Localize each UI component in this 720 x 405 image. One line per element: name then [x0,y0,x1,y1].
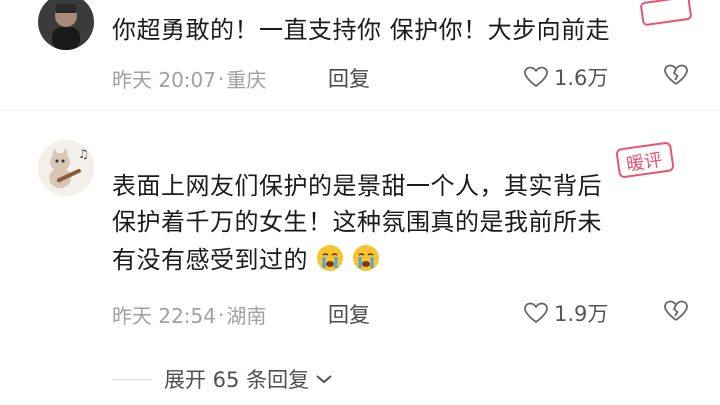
watermark-logo [636,0,696,26]
watermark-logo: 暖评 [612,140,678,180]
comment-text: 你超勇敢的！一直支持你 保护你！大步向前走 [112,16,611,44]
dislike-button[interactable] [664,300,688,326]
avatar[interactable]: ♫ [38,140,94,196]
person-photo-icon [38,0,94,50]
divider [0,110,720,111]
like-button[interactable]: 1.9万 [524,298,608,328]
like-button[interactable]: 1.6万 [524,62,608,92]
comment-text-line-3: 有没有感受到过的 [112,244,380,276]
comment-text-line-1: 表面上网友们保护的是景甜一个人，其实背后 [112,172,602,200]
expand-replies-button[interactable]: 展开 65 条回复 [112,364,333,394]
dislike-button[interactable] [664,64,688,90]
warm-comment-watermark-icon [640,0,692,26]
expand-replies-label: 展开 65 条回复 [164,368,310,392]
broken-heart-icon [664,300,688,321]
comment-time: 昨天 20:07 [112,68,216,92]
comment-location: 湖南 [226,304,267,328]
broken-heart-icon [664,64,688,85]
comment-meta: 昨天 22:54 · 湖南 [112,300,266,329]
crying-face-icon [317,245,344,271]
like-count: 1.6万 [554,66,609,90]
comment-time: 昨天 22:54 [112,304,216,328]
comment-meta: 昨天 20:07 · 重庆 [112,64,266,93]
comment-location: 重庆 [226,68,267,92]
heart-outline-icon [524,302,548,324]
warm-comment-watermark-icon: 暖评 [615,142,675,178]
heart-outline-icon [524,66,548,88]
like-count: 1.9万 [554,302,609,326]
reply-button[interactable]: 回复 [328,63,370,93]
chevron-down-icon [316,375,332,384]
comment-text-line-2: 保护着千万的女生！这种氛围真的是我前所未 [112,208,602,236]
avatar[interactable] [38,0,94,50]
cat-guitar-icon: ♫ [38,140,94,196]
svg-text:♫: ♫ [78,147,89,161]
divider-line [112,378,152,380]
crying-face-icon [353,245,380,271]
comment-text-line-3-content: 有没有感受到过的 [112,246,308,274]
reply-button[interactable]: 回复 [328,299,370,329]
